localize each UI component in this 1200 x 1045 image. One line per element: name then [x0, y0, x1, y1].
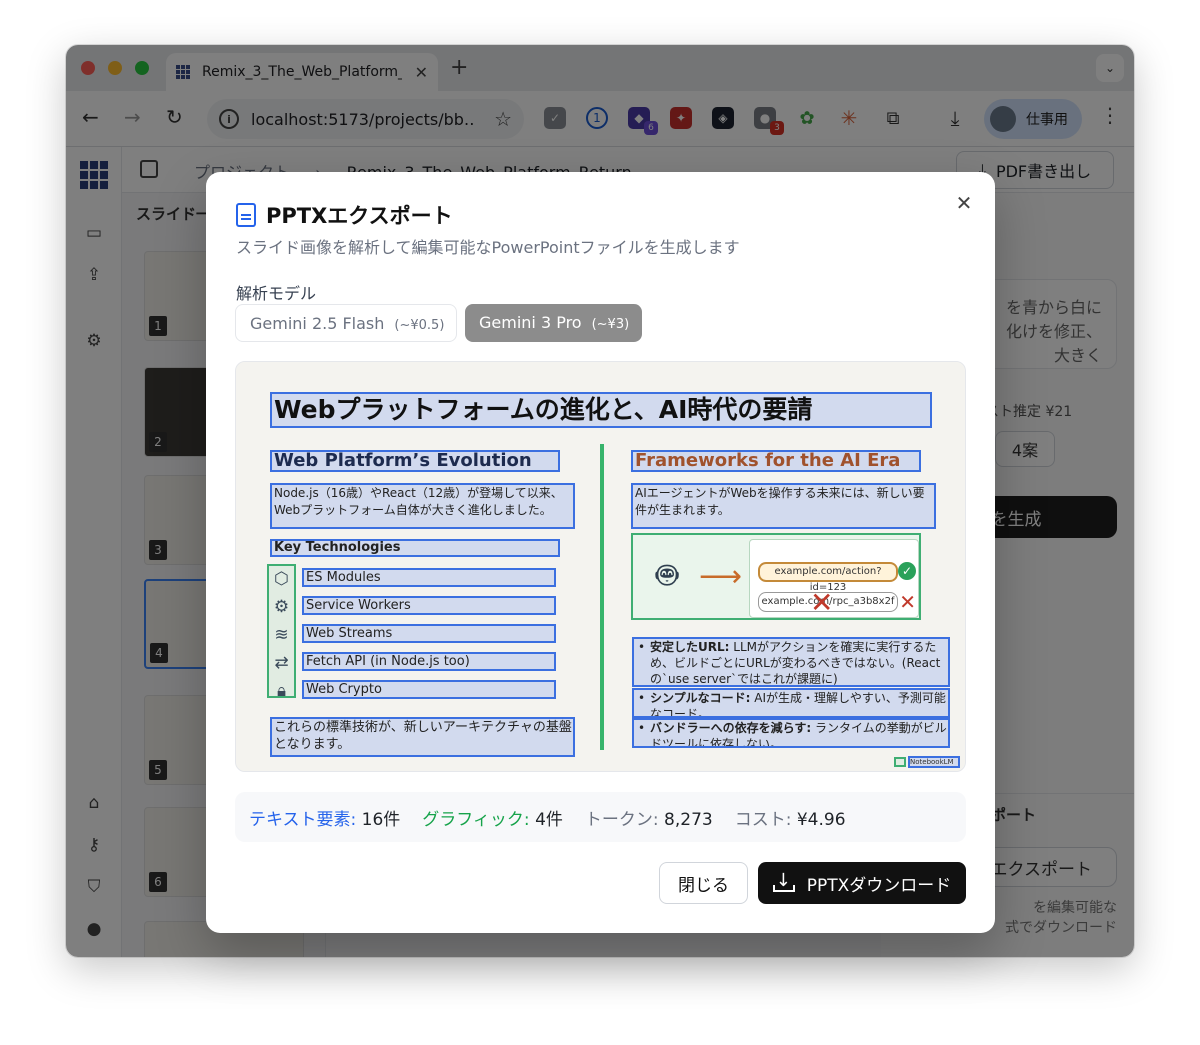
slide-title: Webプラットフォームの進化と、AI時代の要請 — [270, 392, 932, 428]
model-price: (~¥3) — [591, 317, 630, 332]
pptx-export-dialog: PPTXエクスポート ✕ スライド画像を解析して編集可能なPowerPointフ… — [206, 172, 995, 933]
stat-cost: コスト: ¥4.96 — [735, 805, 846, 830]
pptx-download-button[interactable]: PPTXダウンロード — [758, 862, 966, 904]
stat-value: ¥4.96 — [796, 809, 846, 830]
lock-icon: 🔒︎ — [276, 681, 287, 701]
stat-graphics: グラフィック: 4件 — [422, 805, 563, 830]
stat-label: テキスト要素: — [249, 809, 357, 830]
tech-item: Fetch API (in Node.js too) — [302, 652, 556, 671]
stat-value: 8,273 — [664, 809, 713, 830]
wind-icon: ≋ — [274, 625, 289, 645]
slide-left-heading: Web Platform’s Evolution — [270, 450, 560, 472]
close-button[interactable]: 閉じる — [659, 862, 748, 904]
cross-out-icon: ✕ — [810, 586, 834, 619]
gears-icon: ⚙ — [273, 597, 290, 617]
slide-right-paragraph: AIエージェントがWebを操作する未来には、新しい要件が生まれます。 — [631, 483, 936, 529]
download-label: PPTXダウンロード — [806, 875, 952, 896]
x-mark-icon: ✕ — [899, 590, 916, 614]
slide-left-footer: これらの標準技術が、新しいアーキテクチャの基盤となります。 — [270, 717, 575, 757]
notebooklm-logo-icon — [894, 757, 906, 767]
document-icon — [236, 203, 256, 227]
model-price: (~¥0.5) — [394, 318, 445, 333]
cubes-icon: ⬡ — [274, 569, 289, 589]
dialog-header: PPTXエクスポート — [236, 200, 453, 230]
stat-label: コスト: — [734, 809, 792, 830]
close-icon[interactable]: ✕ — [951, 190, 977, 216]
model-option-gemini-pro[interactable]: Gemini 3 Pro (~¥3) — [465, 304, 642, 342]
slide-divider — [600, 444, 604, 750]
transfer-arrows-icon: ⇄ — [274, 653, 289, 673]
robot-icon: 🤖︎ — [656, 555, 678, 596]
stat-value: 16件 — [361, 809, 401, 830]
stat-label: トークン: — [584, 809, 659, 830]
slide-preview: Webプラットフォームの進化と、AI時代の要請 Web Platform’s E… — [236, 362, 965, 771]
arrow-right-icon: ⟶ — [699, 559, 743, 594]
slide-illustration: 🤖︎ ⟶ example.com/action?id=123 ✓ example… — [631, 533, 921, 620]
model-name: Gemini 3 Pro — [479, 313, 582, 332]
stat-tokens: トークン: 8,273 — [585, 805, 713, 830]
stat-text-elements: テキスト要素: 16件 — [249, 805, 400, 830]
stat-value: 4件 — [535, 809, 563, 830]
slide-left-paragraph: Node.js（16歳）やReact（12歳）が登場して以来、Webプラットフォ… — [270, 483, 575, 529]
tech-item: ES Modules — [302, 568, 556, 587]
slide-key-technologies: Key Technologies — [270, 539, 560, 557]
slide-bullet: バンドラーへの依存を減らす: ランタイムの挙動がビルドツールに依存しない。 — [632, 718, 950, 748]
notebooklm-watermark: NotebookLM — [908, 756, 960, 768]
model-name: Gemini 2.5 Flash — [250, 314, 385, 333]
analysis-stats: テキスト要素: 16件 グラフィック: 4件 トークン: 8,273 コスト: … — [235, 792, 966, 842]
browser-mock-illustration: example.com/action?id=123 ✓ example.com/… — [749, 539, 919, 619]
slide-bullet: シンプルなコード: AIが生成・理解しやすい、予測可能なコード。 — [632, 688, 950, 718]
model-label: 解析モデル — [236, 284, 317, 303]
model-option-gemini-flash[interactable]: Gemini 2.5 Flash (~¥0.5) — [235, 304, 457, 342]
slide-analysis-preview: Webプラットフォームの進化と、AI時代の要請 Web Platform’s E… — [235, 361, 966, 772]
download-icon — [772, 870, 795, 892]
stat-label: グラフィック: — [422, 809, 530, 830]
tech-item: Service Workers — [302, 596, 556, 615]
slide-bullet: 安定したURL: LLMがアクションを確実に実行するため、ビルドごとにURLが変… — [632, 637, 950, 687]
tech-item: Web Crypto — [302, 680, 556, 699]
tech-icon-column: ⬡ ⚙ ≋ ⇄ 🔒︎ — [267, 564, 296, 701]
stable-url-pill: example.com/action?id=123 — [758, 562, 898, 593]
dialog-title: PPTXエクスポート — [266, 204, 453, 228]
dialog-subtitle: スライド画像を解析して編集可能なPowerPointファイルを生成します — [236, 238, 740, 257]
check-icon: ✓ — [898, 562, 916, 580]
bullet-bold: シンプルなコード: — [650, 691, 751, 705]
bullet-bold: 安定したURL: — [650, 640, 730, 654]
tech-item: Web Streams — [302, 624, 556, 643]
slide-right-heading: Frameworks for the AI Era — [631, 450, 921, 472]
bullet-bold: バンドラーへの依存を減らす: — [650, 721, 812, 735]
